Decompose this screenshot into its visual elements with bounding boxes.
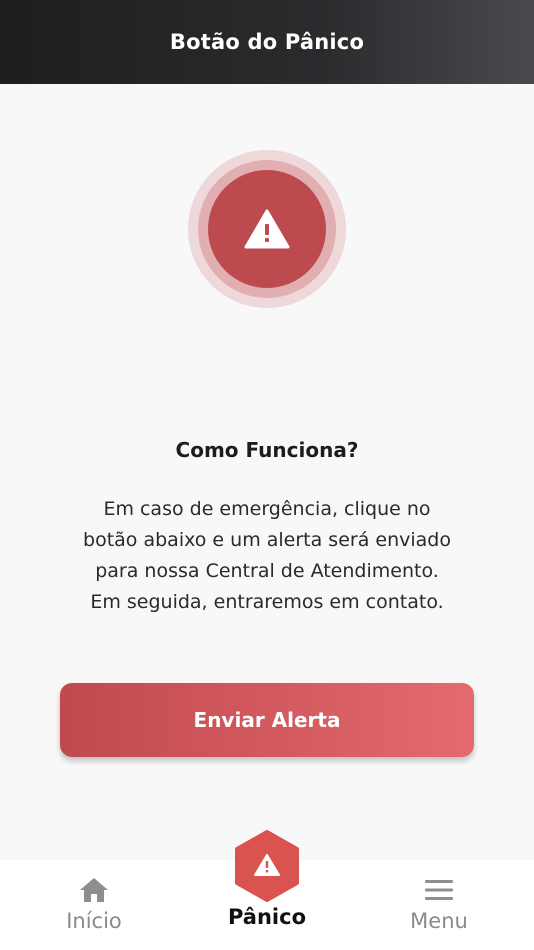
- description-line: para nossa Central de Atendimento.: [95, 560, 439, 582]
- page-title: Botão do Pânico: [169, 30, 365, 54]
- hamburger-menu-icon: [425, 880, 453, 900]
- how-it-works-description: Em caso de emergência, clique no botão a…: [40, 494, 494, 618]
- description-line: Em caso de emergência, clique no: [103, 498, 431, 520]
- tab-menu[interactable]: Menu: [350, 860, 528, 950]
- app-header: Botão do Pânico: [0, 0, 534, 84]
- description-line: botão abaixo e um alerta será enviado: [83, 529, 451, 551]
- home-icon: [80, 878, 108, 902]
- how-it-works-title: Como Funciona?: [175, 438, 359, 462]
- send-alert-button[interactable]: Enviar Alerta: [60, 683, 474, 757]
- alert-circle: [208, 170, 326, 288]
- warning-hexagon-icon[interactable]: [233, 830, 301, 902]
- tab-home-label: Início: [66, 909, 122, 933]
- tab-home[interactable]: Início: [5, 860, 183, 950]
- warning-triangle-icon: [244, 209, 290, 249]
- description-line: Em seguida, entraremos em contato.: [90, 591, 444, 613]
- tab-menu-label: Menu: [410, 909, 468, 933]
- tab-panic-label: Pânico: [227, 905, 307, 929]
